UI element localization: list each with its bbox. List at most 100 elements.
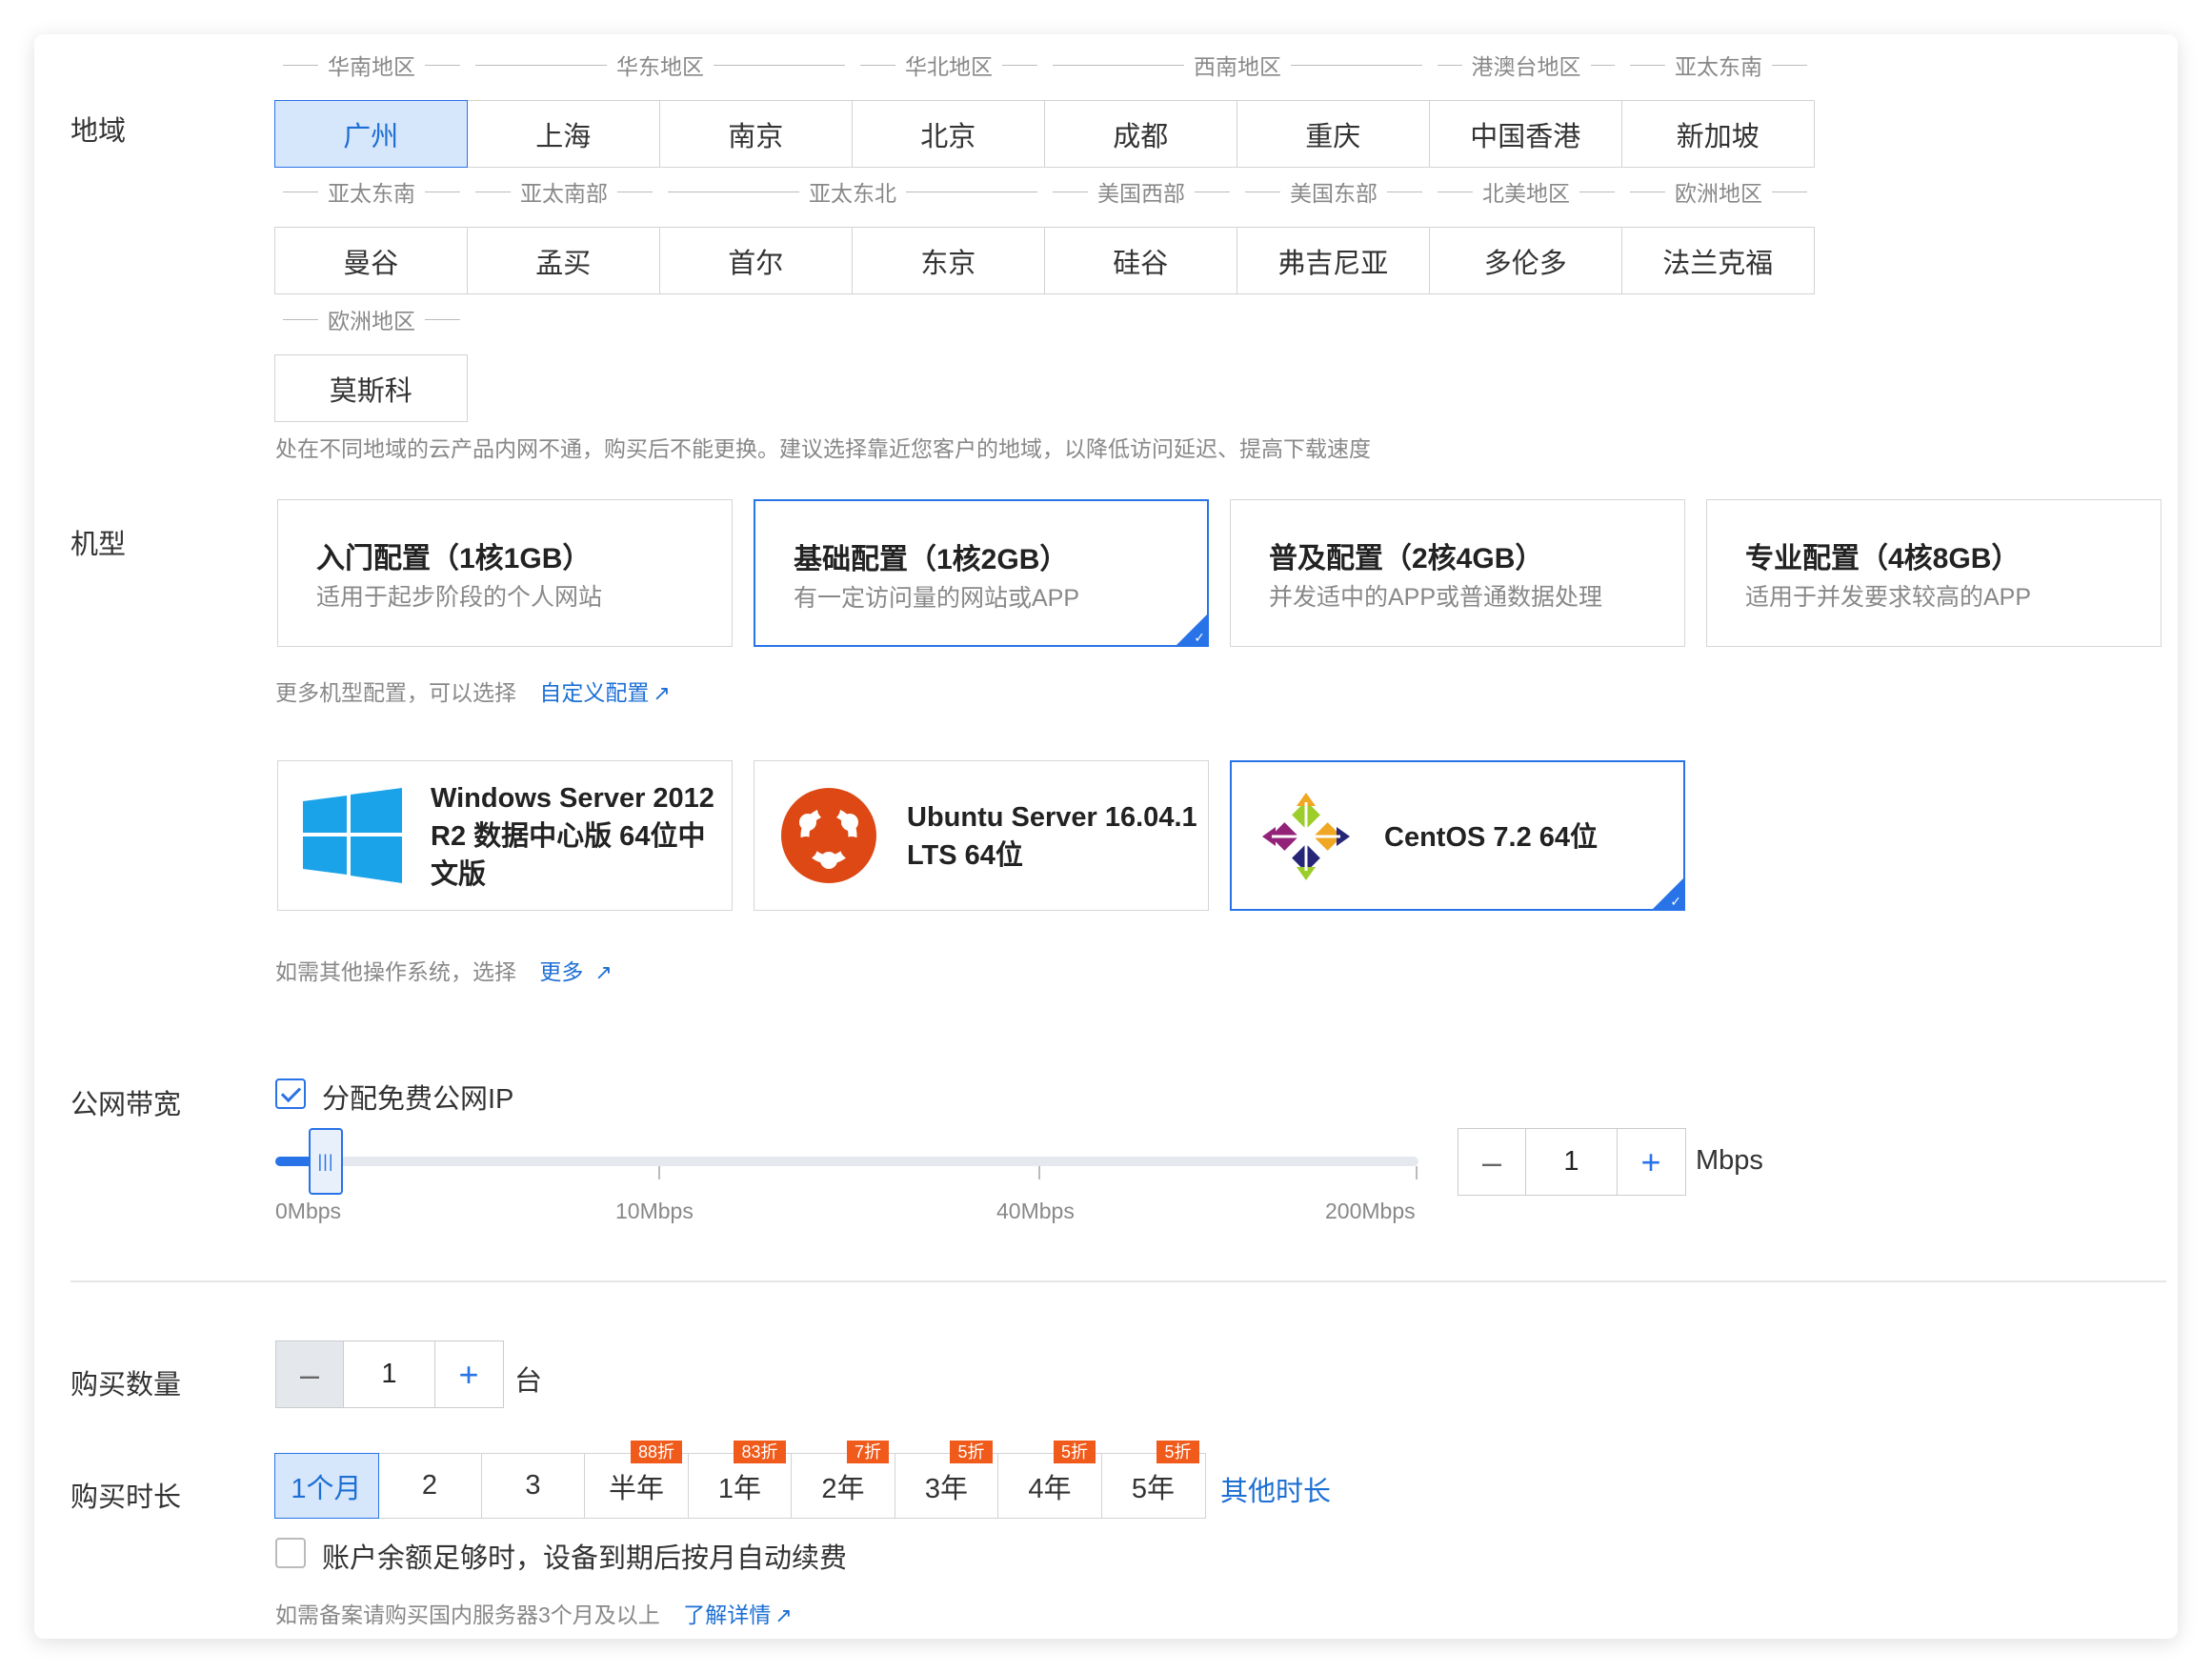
purchase-panel: 地域 华南地区 华东地区 华北地区 西南地区 港澳台地区 亚太东南 广州 上海 南京 北京 成都 重庆… (34, 34, 2178, 1639)
os-name-line: Ubuntu Server 16.04.1 (907, 802, 1197, 833)
region-option[interactable]: 南京 (658, 100, 853, 168)
duration-option[interactable]: 2年 7折 (791, 1441, 895, 1519)
duration-option[interactable]: 3年 5折 (894, 1441, 999, 1519)
more-os-link[interactable]: 更多 (539, 959, 583, 984)
custom-config-link[interactable]: 自定义配置 (539, 680, 649, 705)
region-option[interactable]: 莫斯科 (273, 354, 468, 422)
bandwidth-slider-track[interactable] (275, 1157, 1418, 1166)
region-group-header: 华东地区 (475, 54, 845, 79)
region-group-header: 亚太东南 (283, 181, 460, 206)
other-duration-link[interactable]: 其他时长 (1220, 1469, 1331, 1509)
windows-logo-icon (303, 788, 402, 888)
region-option[interactable]: 新加坡 (1620, 100, 1815, 168)
config-option[interactable]: 普及配置（2核4GB） 并发适中的APP或普通数据处理 (1230, 499, 1685, 647)
config-title: 普及配置（2核4GB） (1269, 543, 1544, 574)
quantity-label: 购买数量 (70, 1370, 182, 1401)
config-option[interactable]: 基础配置（1核2GB） 有一定访问量的网站或APP (754, 499, 1209, 647)
region-option[interactable]: 孟买 (466, 227, 660, 294)
region-group-header: 华南地区 (283, 54, 460, 79)
duration-option[interactable]: 4年 5折 (997, 1441, 1102, 1519)
region-group-name: 华南地区 (328, 54, 415, 79)
config-option[interactable]: 入门配置（1核1GB） 适用于起步阶段的个人网站 (277, 499, 733, 647)
external-link-icon: ↗ (594, 960, 613, 984)
duration-label: 4年 (1028, 1473, 1072, 1504)
duration-label: 5年 (1131, 1473, 1176, 1504)
bandwidth-unit: Mbps (1696, 1145, 1763, 1176)
region-group-name: 西南地区 (1194, 54, 1281, 79)
region-option[interactable]: 重庆 (1236, 100, 1430, 168)
duration-label: 1年 (717, 1473, 762, 1504)
bandwidth-slider-handle[interactable]: ||| (309, 1128, 343, 1195)
config-desc: 并发适中的APP或普通数据处理 (1269, 584, 1603, 611)
region-option[interactable]: 北京 (851, 100, 1045, 168)
region-group-name: 美国西部 (1097, 181, 1185, 206)
bandwidth-stepper: – 1 + (1458, 1128, 1686, 1196)
region-option[interactable]: 中国香港 (1428, 100, 1622, 168)
config-option[interactable]: 专业配置（4核8GB） 适用于并发要求较高的APP (1706, 499, 2162, 647)
auto-renew-label: 账户余额足够时，设备到期后按月自动续费 (322, 1543, 848, 1574)
os-hint-text: 如需其他操作系统，选择 (275, 959, 516, 984)
bandwidth-decrease-button[interactable]: – (1458, 1129, 1525, 1195)
region-group-name: 美国东部 (1290, 181, 1377, 206)
duration-option[interactable]: 2 (377, 1453, 482, 1519)
os-name-line: R2 数据中心版 64位中 (431, 821, 706, 852)
region-option[interactable]: 东京 (851, 227, 1045, 294)
os-name: Windows Server 2012 R2 数据中心版 64位中 文版 (431, 779, 714, 894)
quantity-input[interactable]: 1 (343, 1341, 435, 1407)
region-option[interactable]: 成都 (1043, 100, 1237, 168)
os-option[interactable]: CentOS 7.2 64位 (1230, 760, 1685, 911)
duration-option[interactable]: 5年 5折 (1100, 1441, 1206, 1519)
region-option[interactable]: 首尔 (658, 227, 853, 294)
slider-tick (1038, 1166, 1040, 1179)
duration-label: 购买时长 (70, 1482, 182, 1513)
region-option[interactable]: 上海 (466, 100, 660, 168)
filing-hint-text: 如需备案请购买国内服务器3个月及以上 (275, 1602, 660, 1627)
region-label: 地域 (70, 116, 127, 147)
os-name-line: 文版 (431, 859, 487, 890)
duration-option[interactable]: 1个月 (273, 1453, 379, 1519)
os-name-line: LTS 64位 (907, 840, 1023, 871)
auto-renew-checkbox[interactable] (275, 1538, 306, 1568)
bandwidth-input[interactable]: 1 (1525, 1129, 1618, 1195)
quantity-decrease-button[interactable]: – (276, 1341, 343, 1407)
learn-more-link[interactable]: 了解详情 (683, 1602, 771, 1627)
tick-label: 200Mbps (1325, 1199, 1416, 1223)
region-group-header: 港澳台地区 (1438, 54, 1615, 79)
bandwidth-increase-button[interactable]: + (1618, 1129, 1684, 1195)
region-option[interactable]: 硅谷 (1043, 227, 1237, 294)
os-option[interactable]: Windows Server 2012 R2 数据中心版 64位中 文版 (277, 760, 733, 911)
section-divider (70, 1280, 2166, 1282)
region-option[interactable]: 曼谷 (273, 227, 468, 294)
region-group-name: 北美地区 (1482, 181, 1570, 206)
ubuntu-logo-icon (781, 788, 876, 888)
config-title: 基础配置（1核2GB） (794, 544, 1069, 575)
region-option[interactable]: 弗吉尼亚 (1236, 227, 1430, 294)
free-ip-checkbox[interactable] (275, 1078, 306, 1109)
os-hint: 如需其他操作系统，选择 更多 ↗ (275, 954, 613, 986)
region-option[interactable]: 广州 (273, 100, 468, 168)
duration-option[interactable]: 3 (480, 1453, 586, 1519)
region-group-header: 欧洲地区 (283, 309, 460, 333)
duration-option[interactable]: 半年 88折 (584, 1441, 689, 1519)
duration-label: 半年 (608, 1473, 664, 1504)
region-group-name: 欧洲地区 (328, 309, 415, 333)
tick-label: 0Mbps (275, 1199, 342, 1223)
discount-badge: 88折 (630, 1441, 682, 1463)
duration-option[interactable]: 1年 83折 (687, 1441, 793, 1519)
duration-label: 3年 (924, 1473, 969, 1504)
region-option[interactable]: 法兰克福 (1620, 227, 1815, 294)
discount-badge: 5折 (1053, 1441, 1096, 1463)
region-group-name: 亚太东南 (328, 181, 415, 206)
config-desc: 适用于并发要求较高的APP (1745, 584, 2032, 611)
region-group-name: 亚太东北 (809, 181, 896, 206)
bandwidth-slider-fill (275, 1157, 313, 1166)
region-group-name: 港澳台地区 (1471, 54, 1581, 79)
quantity-unit: 台 (514, 1366, 543, 1397)
region-option[interactable]: 多伦多 (1428, 227, 1622, 294)
os-option[interactable]: Ubuntu Server 16.04.1 LTS 64位 (754, 760, 1209, 911)
quantity-increase-button[interactable]: + (435, 1341, 502, 1407)
region-group-header: 美国西部 (1053, 181, 1230, 206)
config-desc: 适用于起步阶段的个人网站 (316, 584, 603, 611)
external-link-icon: ↗ (653, 681, 671, 705)
bandwidth-label: 公网带宽 (70, 1090, 182, 1120)
